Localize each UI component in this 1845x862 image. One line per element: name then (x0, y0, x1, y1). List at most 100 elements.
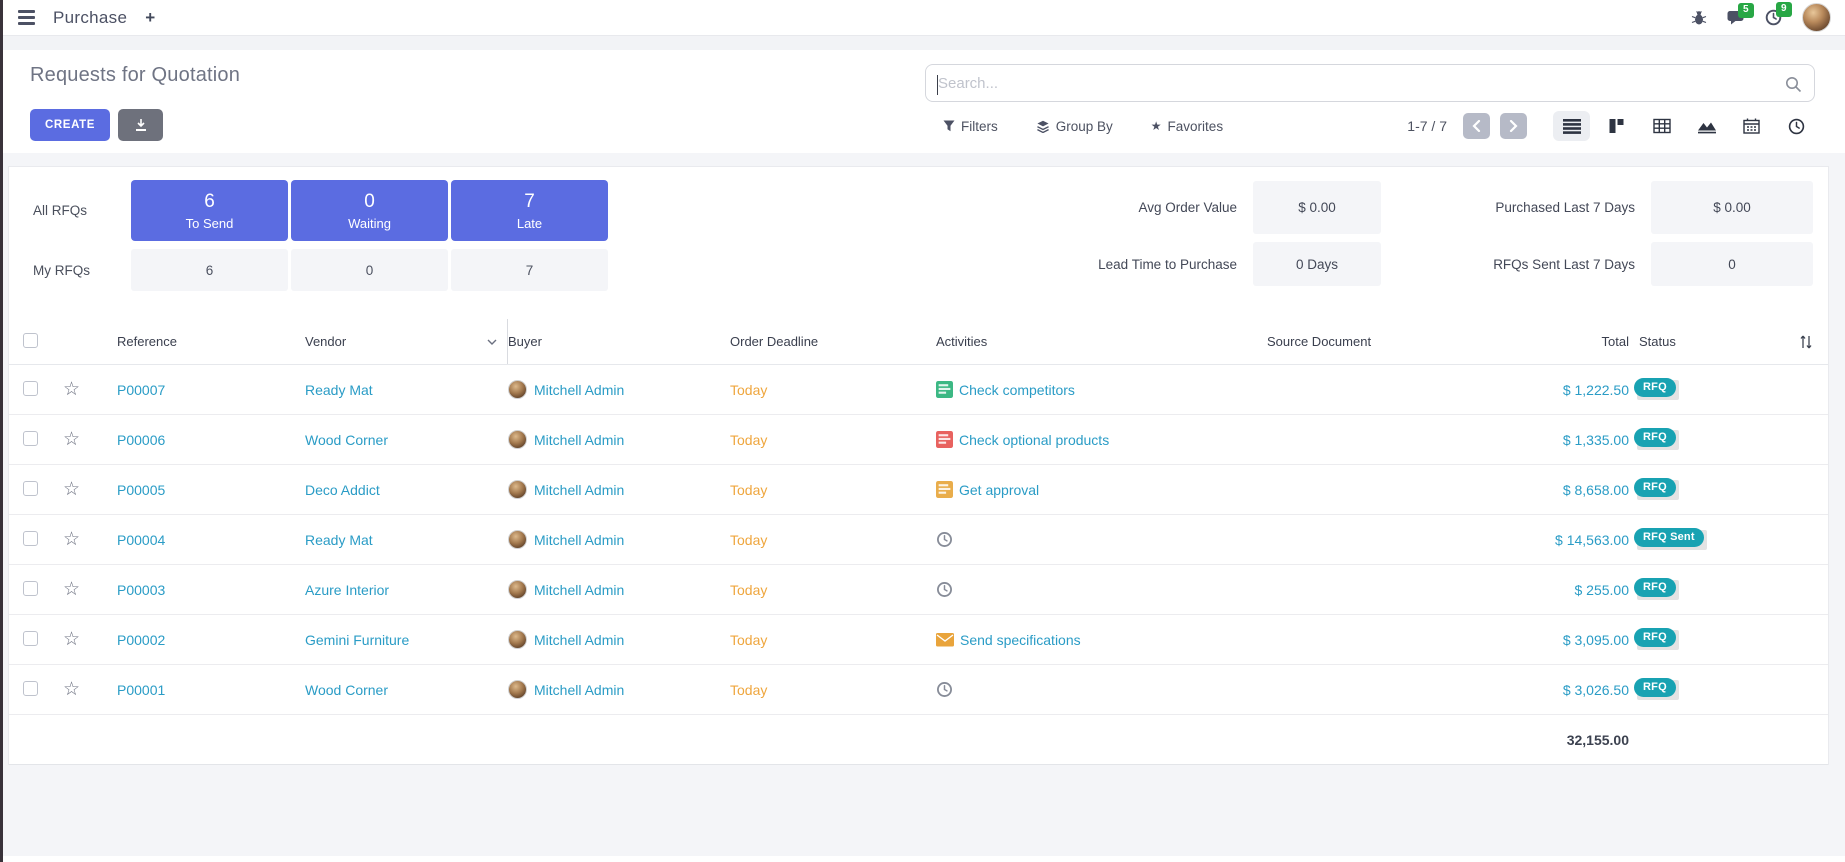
calendar-view-icon[interactable] (1733, 111, 1770, 141)
vendor-link[interactable]: Wood Corner (305, 682, 388, 698)
activity-clock-icon[interactable] (936, 681, 953, 698)
optional-columns-icon[interactable] (1799, 335, 1813, 349)
pivot-view-icon[interactable] (1643, 111, 1680, 141)
search-icon[interactable] (1785, 76, 1802, 93)
favorite-star-icon[interactable]: ☆ (63, 429, 80, 450)
all-rfqs-link[interactable]: All RFQs (23, 180, 128, 241)
vendor-link[interactable]: Gemini Furniture (305, 632, 409, 648)
my-to-send-cell[interactable]: 6 (131, 249, 288, 291)
buyer-link[interactable]: Mitchell Admin (534, 532, 624, 548)
messages-icon[interactable]: 5 (1727, 10, 1745, 26)
activity-link[interactable]: Get approval (959, 482, 1039, 498)
row-checkbox[interactable] (23, 681, 38, 696)
my-rfqs-link[interactable]: My RFQs (23, 249, 128, 291)
user-avatar[interactable] (1802, 3, 1831, 32)
table-row[interactable]: ☆ P00004 Ready Mat Mitchell Admin Today … (9, 515, 1828, 565)
late-label: Late (517, 216, 542, 231)
activity-link[interactable]: Send specifications (960, 632, 1081, 648)
buyer-link[interactable]: Mitchell Admin (534, 432, 624, 448)
row-checkbox[interactable] (23, 381, 38, 396)
activity-link[interactable]: Check competitors (959, 382, 1075, 398)
vendor-link[interactable]: Ready Mat (305, 382, 373, 398)
reference-link[interactable]: P00001 (117, 682, 165, 698)
vendor-link[interactable]: Wood Corner (305, 432, 388, 448)
header-source[interactable]: Source Document (1267, 334, 1463, 349)
activity-clock-icon[interactable] (936, 581, 953, 598)
reference-link[interactable]: P00003 (117, 582, 165, 598)
favorite-star-icon[interactable]: ☆ (63, 379, 80, 400)
reference-link[interactable]: P00004 (117, 532, 165, 548)
activity-list-icon[interactable] (936, 431, 953, 448)
row-checkbox[interactable] (23, 431, 38, 446)
favorite-star-icon[interactable]: ☆ (63, 629, 80, 650)
debug-bug-icon[interactable] (1691, 10, 1707, 26)
app-name[interactable]: Purchase (53, 8, 127, 28)
purchased-last-7-days-label: Purchased Last 7 Days (1417, 181, 1635, 234)
activity-view-icon[interactable] (1778, 111, 1815, 141)
buyer-link[interactable]: Mitchell Admin (534, 682, 624, 698)
pager-previous-button[interactable] (1463, 113, 1490, 139)
create-button[interactable]: CREATE (30, 109, 110, 141)
header-activities[interactable]: Activities (936, 334, 1267, 349)
header-total[interactable]: Total (1463, 334, 1633, 349)
row-checkbox[interactable] (23, 481, 38, 496)
my-late-cell[interactable]: 7 (451, 249, 608, 291)
favorite-star-icon[interactable]: ☆ (63, 479, 80, 500)
row-checkbox[interactable] (23, 581, 38, 596)
header-buyer[interactable]: Buyer (508, 334, 730, 349)
activities-count-badge: 9 (1776, 2, 1792, 17)
total-amount: $ 3,095.00 (1463, 632, 1633, 648)
activity-envelope-icon[interactable] (936, 633, 954, 647)
pager-next-button[interactable] (1500, 113, 1527, 139)
table-row[interactable]: ☆ P00007 Ready Mat Mitchell Admin Today … (9, 365, 1828, 415)
reference-link[interactable]: P00006 (117, 432, 165, 448)
buyer-link[interactable]: Mitchell Admin (534, 482, 624, 498)
group-by-menu[interactable]: Group By (1036, 119, 1113, 134)
table-row[interactable]: ☆ P00005 Deco Addict Mitchell Admin Toda… (9, 465, 1828, 515)
select-all-checkbox[interactable] (23, 333, 38, 348)
search-input[interactable] (926, 65, 1814, 101)
add-icon[interactable]: + (143, 8, 157, 28)
activity-list-icon[interactable] (936, 381, 953, 398)
activity-link[interactable]: Check optional products (959, 432, 1109, 448)
favorite-star-icon[interactable]: ☆ (63, 679, 80, 700)
favorite-star-icon[interactable]: ☆ (63, 529, 80, 550)
row-checkbox[interactable] (23, 631, 38, 646)
reference-link[interactable]: P00002 (117, 632, 165, 648)
apps-menu-icon[interactable] (16, 8, 37, 27)
activity-list-icon[interactable] (936, 481, 953, 498)
graph-view-icon[interactable] (1688, 111, 1725, 141)
buyer-link[interactable]: Mitchell Admin (534, 382, 624, 398)
kanban-view-icon[interactable] (1598, 111, 1635, 141)
total-sum: 32,155.00 (1463, 732, 1633, 748)
list-view-icon[interactable] (1553, 111, 1590, 141)
favorites-menu[interactable]: ★ Favorites (1151, 119, 1223, 134)
late-filter-button[interactable]: 7 Late (451, 180, 608, 241)
table-row[interactable]: ☆ P00006 Wood Corner Mitchell Admin Toda… (9, 415, 1828, 465)
reference-link[interactable]: P00007 (117, 382, 165, 398)
filters-menu[interactable]: Filters (943, 119, 998, 134)
header-status[interactable]: Status (1633, 334, 1783, 349)
header-reference[interactable]: Reference (117, 334, 305, 349)
header-vendor[interactable]: Vendor (305, 319, 508, 364)
buyer-link[interactable]: Mitchell Admin (534, 582, 624, 598)
header-deadline[interactable]: Order Deadline (730, 334, 936, 349)
table-row[interactable]: ☆ P00001 Wood Corner Mitchell Admin Toda… (9, 665, 1828, 715)
vendor-link[interactable]: Deco Addict (305, 482, 380, 498)
activity-clock-icon[interactable] (936, 531, 953, 548)
my-waiting-cell[interactable]: 0 (291, 249, 448, 291)
row-checkbox[interactable] (23, 531, 38, 546)
activities-clock-icon[interactable]: 9 (1765, 9, 1782, 26)
table-row[interactable]: ☆ P00003 Azure Interior Mitchell Admin T… (9, 565, 1828, 615)
vendor-link[interactable]: Azure Interior (305, 582, 389, 598)
search-box[interactable] (925, 64, 1815, 102)
export-button[interactable] (118, 109, 163, 141)
waiting-filter-button[interactable]: 0 Waiting (291, 180, 448, 241)
layers-icon (1036, 120, 1050, 133)
buyer-link[interactable]: Mitchell Admin (534, 632, 624, 648)
favorite-star-icon[interactable]: ☆ (63, 579, 80, 600)
to-send-filter-button[interactable]: 6 To Send (131, 180, 288, 241)
table-row[interactable]: ☆ P00002 Gemini Furniture Mitchell Admin… (9, 615, 1828, 665)
reference-link[interactable]: P00005 (117, 482, 165, 498)
vendor-link[interactable]: Ready Mat (305, 532, 373, 548)
